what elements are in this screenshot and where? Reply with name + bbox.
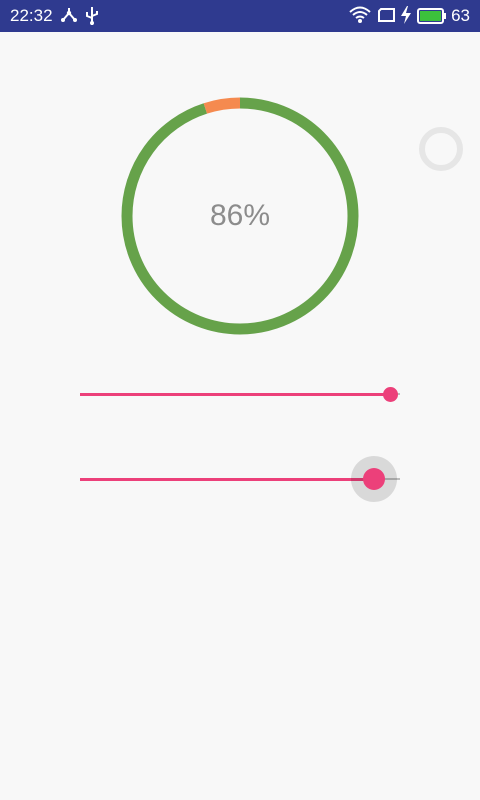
usb-icon [84,6,100,31]
wifi-icon [349,6,371,29]
tablet-icon [378,6,396,29]
battery-icon [417,8,447,29]
progress-percent-label: 86% [209,199,271,232]
tree-share-icon [60,6,78,29]
slider-thumb[interactable] [382,386,398,402]
circular-progress: 86% [120,96,360,336]
slider-active-track [80,392,391,396]
slider-active-track [80,477,375,481]
seek-slider-1[interactable] [80,364,410,424]
status-bar: 22:32 63 [0,0,480,32]
loading-spinner [418,126,464,172]
seek-slider-2[interactable] [80,449,410,509]
charging-bolt-icon [400,6,412,29]
status-time: 22:32 [10,6,53,25]
battery-percent: 63 [451,6,470,25]
